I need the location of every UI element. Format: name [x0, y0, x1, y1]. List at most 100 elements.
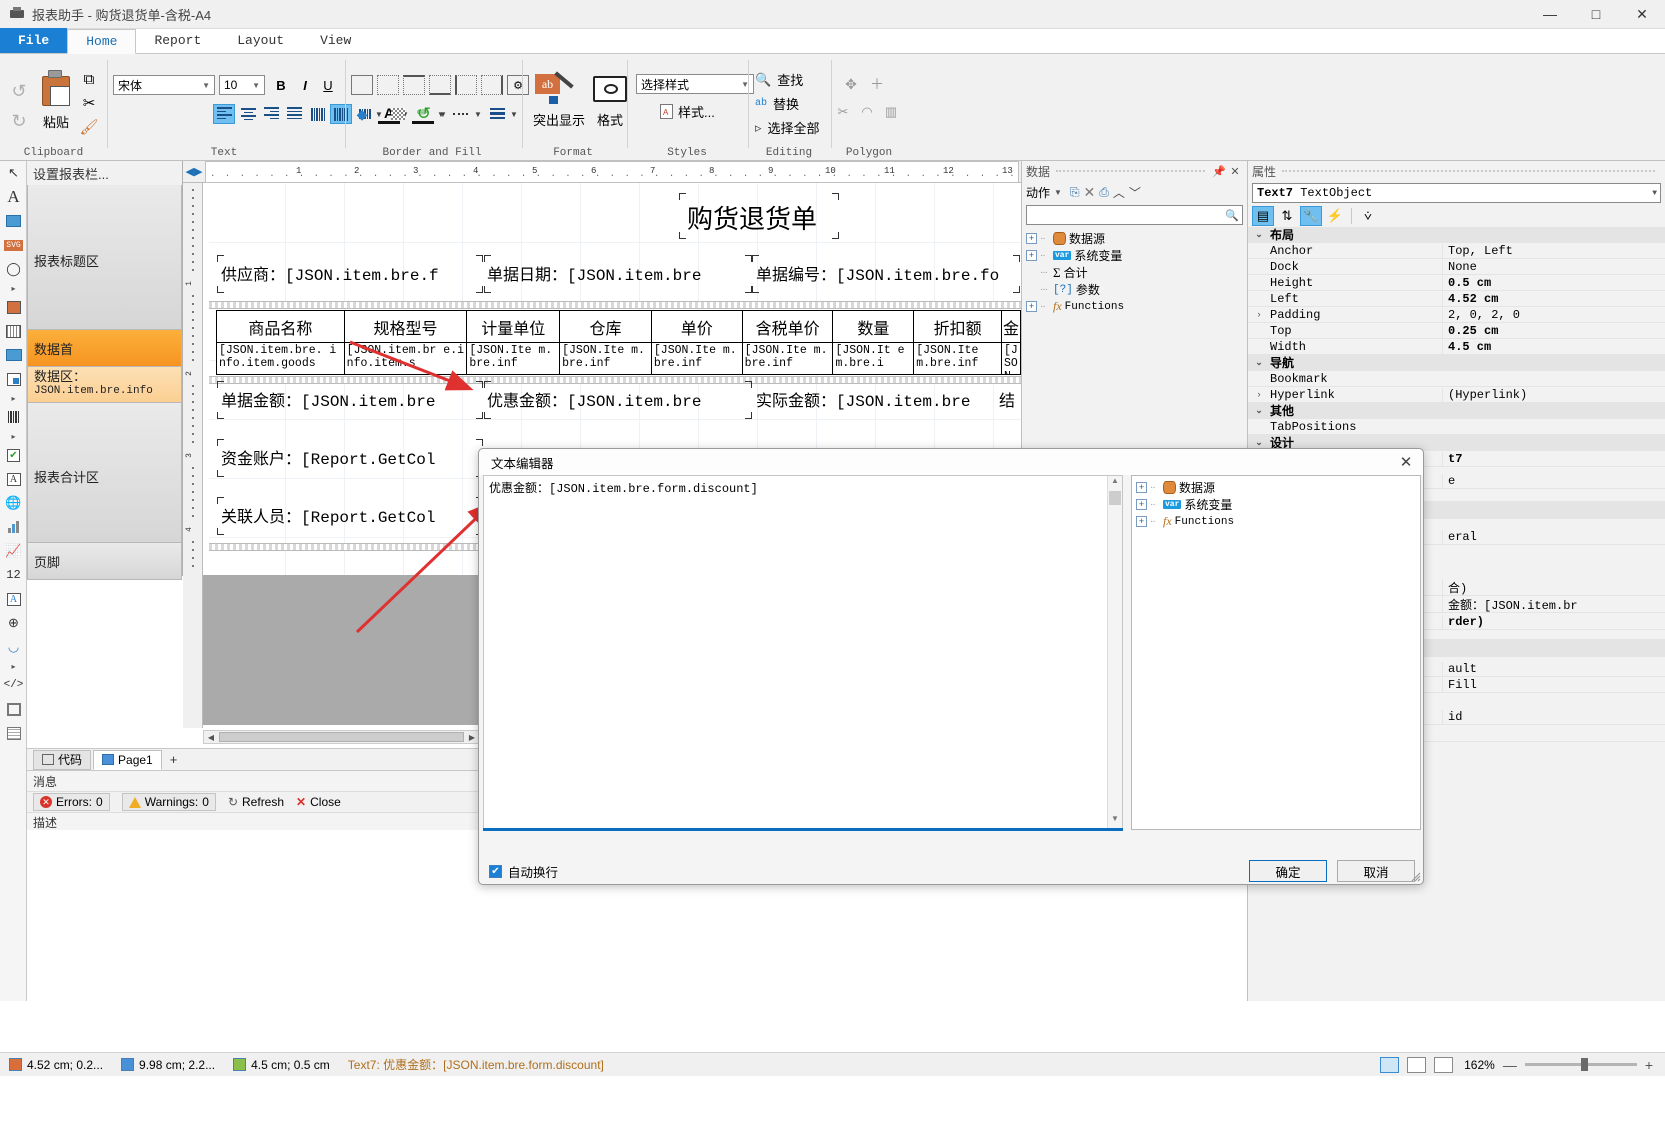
field-actual-amount[interactable]: 实际金额：[JSON.item.bre — [756, 387, 996, 411]
gradient-text-icon[interactable]: A — [0, 587, 27, 611]
subreport-icon[interactable] — [0, 367, 27, 391]
scroll-right-arrow[interactable]: ▶ — [465, 733, 479, 742]
zoom-slider-thumb[interactable] — [1580, 1058, 1588, 1071]
cut-polygon-icon[interactable]: ✂ — [832, 102, 854, 122]
line-style-dropdown[interactable]: ▼ — [474, 110, 482, 119]
select-all-button[interactable]: ▹ 选择全部 — [755, 118, 820, 137]
border-top-icon[interactable] — [403, 75, 425, 95]
curve-icon[interactable]: ◠ — [856, 102, 878, 122]
setup-report-columns[interactable]: 设置报表栏... — [27, 161, 182, 185]
number-icon[interactable]: 12 — [0, 563, 27, 587]
tab-page1[interactable]: Page1 — [93, 749, 162, 770]
fill-dropdown[interactable]: ▼ — [375, 110, 383, 119]
line-style-icon[interactable] — [449, 104, 471, 124]
gauge-icon[interactable]: ◡ — [0, 635, 27, 659]
property-value[interactable]: Top, Left — [1442, 243, 1665, 258]
property-object-selector[interactable]: Text7 TextObject ▼ — [1252, 183, 1661, 203]
zoom-in-button[interactable]: + — [1645, 1057, 1653, 1073]
property-group-layout[interactable]: ⌄ 布局 — [1248, 227, 1665, 243]
table-header-row[interactable]: 商品名称 规格型号 计量单位 仓库 单价 含税单价 数量 折扣额 金 — [216, 310, 1021, 343]
zoom-out-button[interactable]: — — [1503, 1057, 1517, 1073]
property-row-dock[interactable]: Dock None — [1248, 259, 1665, 275]
expand-icon[interactable]: + — [1136, 516, 1147, 527]
field-doc-date[interactable]: 单据日期：[JSON.item.bre — [487, 261, 753, 285]
highlight-icon[interactable]: ab — [535, 71, 579, 108]
find-button[interactable]: 🔍 查找 — [755, 70, 803, 89]
scroll-thumb[interactable] — [219, 732, 464, 742]
minimize-button[interactable]: — — [1527, 0, 1573, 29]
property-row-anchor[interactable]: Anchor Top, Left — [1248, 243, 1665, 259]
font-name-combo[interactable]: 宋体 ▼ — [113, 75, 215, 95]
text-editor-area[interactable]: 优惠金额：[JSON.item.bre.form.discount] ▲ ▼ — [483, 475, 1123, 830]
map-icon[interactable]: ⊕ — [0, 611, 27, 635]
text-icon[interactable]: A — [0, 185, 27, 209]
html-icon[interactable]: </> — [0, 673, 27, 697]
tree-node-systemvars[interactable]: + ·· var 系统变量 — [1026, 247, 1247, 264]
svg-icon[interactable]: SVG — [0, 233, 27, 257]
subreport-more-arrow[interactable]: ▸ — [0, 391, 27, 405]
alphabetical-icon[interactable]: ⇅ — [1276, 206, 1298, 226]
text-editor-dialog[interactable]: 文本编辑器 ✕ 优惠金额：[JSON.item.bre.form.discoun… — [478, 448, 1424, 885]
table-icon[interactable] — [0, 343, 27, 367]
fill-color-icon[interactable]: ◆ — [351, 104, 373, 124]
line-color-dropdown[interactable]: ▼ — [437, 110, 445, 119]
matrix-icon[interactable] — [0, 319, 27, 343]
style-button[interactable]: A 样式... — [660, 102, 715, 121]
tree-node-total[interactable]: ··· Σ 合计 — [1026, 264, 1247, 281]
align-center-icon[interactable] — [237, 104, 259, 124]
up-icon[interactable]: ︿ — [1113, 184, 1125, 201]
field-doc-number[interactable]: 单据编号：[JSON.item.bre.fo — [756, 261, 1021, 285]
replace-button[interactable]: ab 替换 — [755, 94, 799, 113]
expand-icon[interactable]: + — [1136, 499, 1147, 510]
align-left-icon[interactable] — [213, 104, 235, 124]
code-view-icon[interactable] — [1433, 1056, 1453, 1073]
barcode-icon[interactable] — [0, 405, 27, 429]
field-related-person[interactable]: 关联人员：[Report.GetCol — [221, 503, 483, 527]
events-icon[interactable]: ⚡ — [1324, 206, 1346, 226]
tree-node-datasource[interactable]: + ·· 数据源 — [1026, 230, 1247, 247]
richtext-icon[interactable] — [0, 295, 27, 319]
image-icon[interactable] — [0, 209, 27, 233]
band-data-header[interactable]: 数据首 — [27, 330, 182, 367]
scroll-down-arrow[interactable]: ▼ — [1108, 814, 1122, 829]
tree-node-datasource[interactable]: + ·· 数据源 — [1136, 479, 1420, 496]
dialog-data-tree[interactable]: + ·· 数据源 + ·· var 系统变量 + ·· fx Functions — [1131, 475, 1421, 830]
refresh-button[interactable]: ↻ Refresh — [228, 795, 284, 809]
scroll-up-arrow[interactable]: ▲ — [1108, 476, 1122, 491]
move-icon[interactable]: ✥ — [840, 74, 862, 94]
expand-icon[interactable]: + — [1136, 482, 1147, 493]
border-all-icon[interactable] — [351, 75, 373, 95]
shape-icon[interactable]: ◯ — [0, 257, 27, 281]
border-bottom-icon[interactable] — [429, 75, 451, 95]
tree-node-systemvars[interactable]: + ·· var 系统变量 — [1136, 496, 1420, 513]
delete-point-icon[interactable]: ▥ — [880, 102, 902, 122]
border-left-icon[interactable] — [455, 75, 477, 95]
tab-layout[interactable]: Layout — [219, 28, 302, 53]
cancel-button[interactable]: 取消 — [1337, 860, 1415, 882]
bold-button[interactable]: B — [270, 75, 292, 95]
action-label[interactable]: 动作 — [1026, 184, 1050, 201]
pin-icon[interactable]: 📌 — [1211, 165, 1227, 178]
cellular-icon[interactable] — [0, 721, 27, 745]
scroll-thumb[interactable] — [1109, 491, 1121, 505]
tree-node-functions[interactable]: + ·· fx Functions — [1026, 298, 1247, 315]
data-search-input[interactable] — [1027, 207, 1222, 223]
zoom-slider[interactable] — [1524, 1058, 1637, 1071]
band-page-footer[interactable]: 页脚 — [27, 543, 182, 580]
underline-button[interactable]: U — [317, 75, 339, 95]
property-value[interactable]: None — [1442, 259, 1665, 274]
shape-more-arrow[interactable]: ▸ — [0, 281, 27, 295]
view-icon[interactable]: ⎙ — [1099, 185, 1109, 200]
checkbox-icon[interactable]: ✔ — [0, 443, 27, 467]
globe-icon[interactable]: 🌐 — [0, 491, 27, 515]
add-point-icon[interactable]: ＋ — [866, 74, 888, 94]
new-icon[interactable]: ⎘ — [1070, 185, 1080, 200]
chevron-down-icon[interactable]: ▼ — [1054, 188, 1062, 197]
align-right-icon[interactable] — [260, 104, 282, 124]
field-fund-account[interactable]: 资金账户：[Report.GetCol — [221, 445, 483, 469]
scissors-icon[interactable]: ✂ — [78, 92, 100, 114]
filter-icon[interactable]: ⩒ — [1357, 206, 1379, 226]
ruler-nav-icon[interactable]: ◀▶ — [183, 165, 205, 178]
expand-icon[interactable]: + — [1026, 301, 1037, 312]
gauge-more-arrow[interactable]: ▸ — [0, 659, 27, 673]
